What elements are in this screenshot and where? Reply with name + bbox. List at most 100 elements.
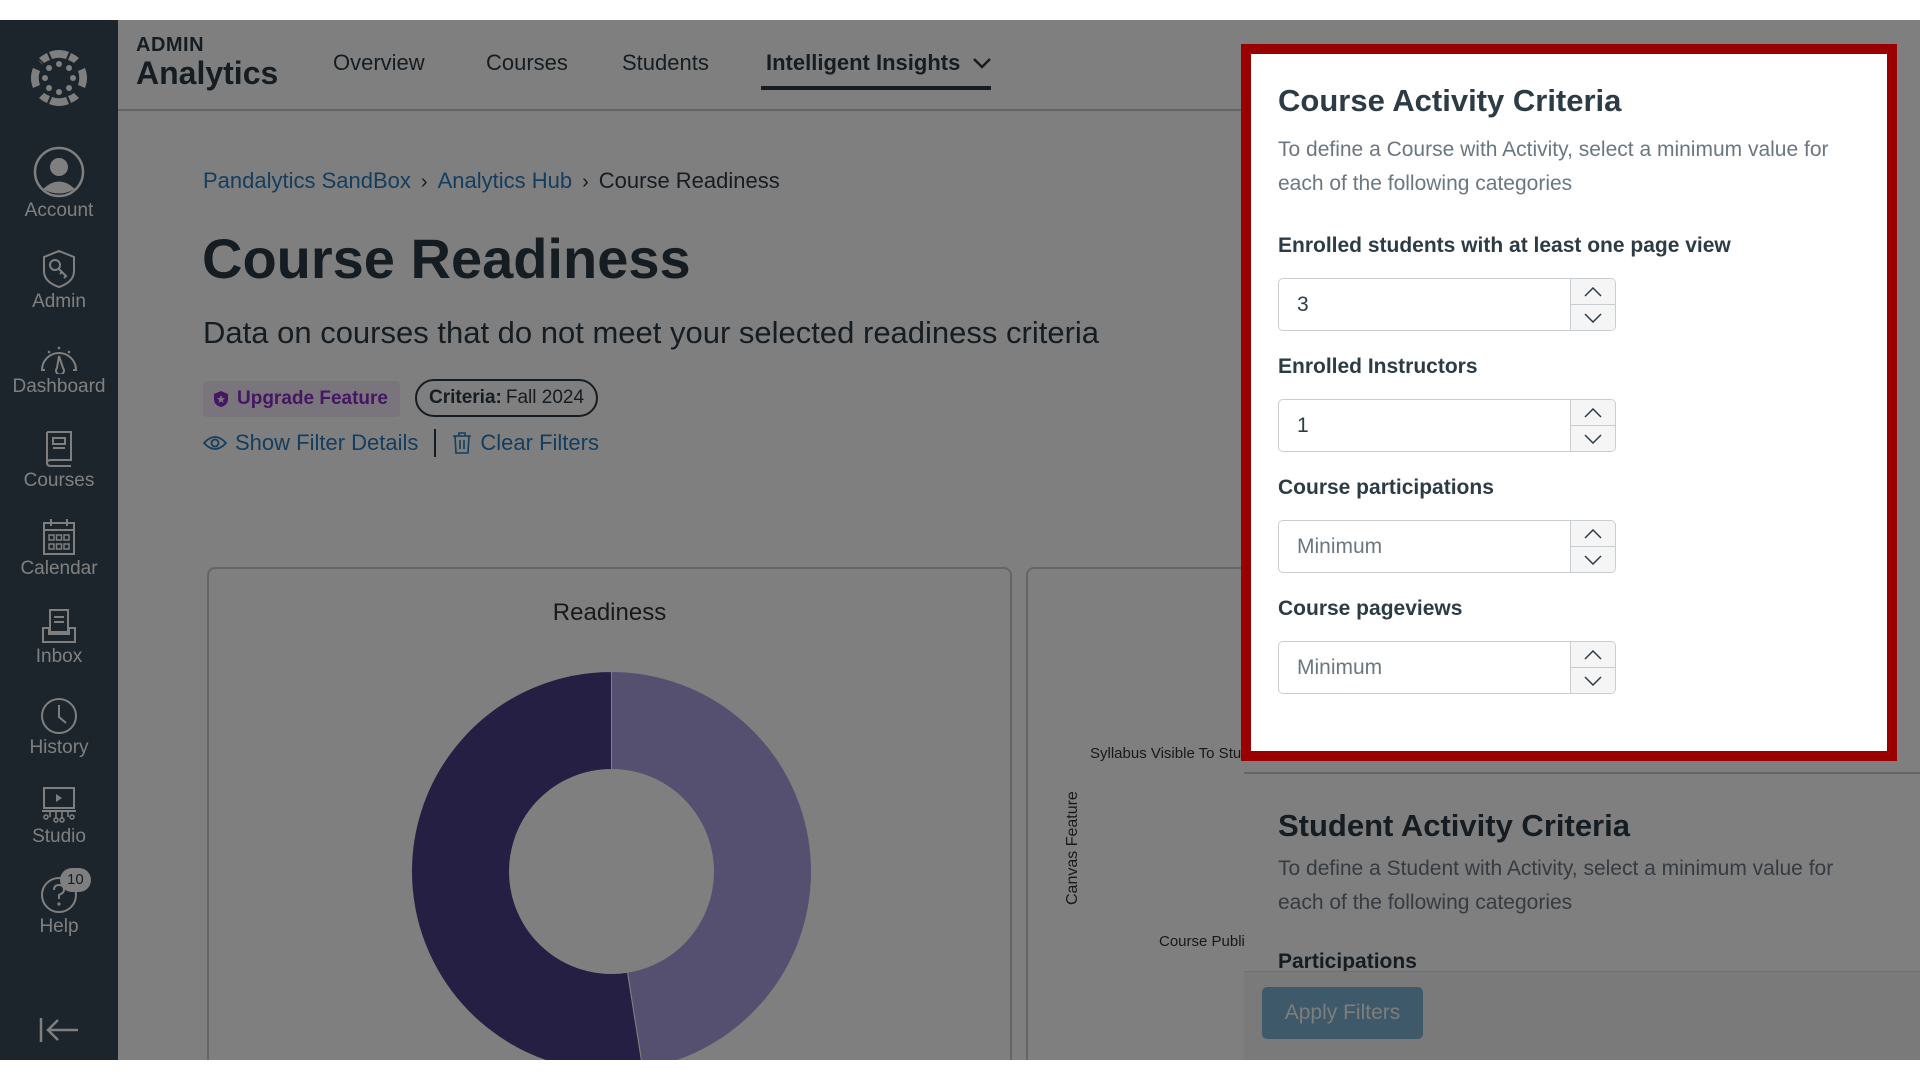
enrolled-instructors-input[interactable] (1279, 400, 1570, 451)
increment-button[interactable] (1571, 521, 1615, 546)
shield-star-icon (214, 391, 228, 407)
active-tab-indicator (761, 86, 991, 90)
global-nav-sidebar: Account Admin Dashboard Courses Calendar… (0, 20, 118, 1060)
y-axis-title: Canvas Feature (1064, 791, 1081, 905)
donut-slice-1[interactable] (611, 670, 812, 1061)
breadcrumb: Pandalytics SandBox › Analytics Hub › Course… (203, 168, 780, 194)
criteria-label: Criteria: (429, 387, 502, 408)
sidebar-item-admin[interactable]: Admin (0, 249, 118, 313)
sidebar-item-label: Help (39, 916, 79, 937)
sidebar-item-label: Calendar (20, 558, 98, 579)
field-label-course-pageviews: Course pageviews (1278, 597, 1463, 620)
chart-title: Readiness (552, 599, 667, 626)
account-avatar-icon (33, 146, 85, 198)
sidebar-item-help[interactable]: 10 Help (0, 868, 118, 938)
sidebar-item-history[interactable]: History (0, 697, 118, 759)
show-filter-details-button[interactable]: Show Filter Details (203, 430, 418, 456)
chevron-up-icon (1584, 286, 1602, 297)
chevron-down-icon (1584, 675, 1602, 686)
sidebar-item-label: History (29, 737, 89, 758)
chevron-right-icon: › (420, 171, 428, 193)
chevron-right-icon: › (582, 171, 589, 193)
breadcrumb-link-analytics-hub[interactable]: Analytics Hub (438, 168, 573, 193)
sidebar-item-calendar[interactable]: Calendar (0, 518, 118, 580)
tab-students[interactable]: Students (622, 50, 709, 76)
student-activity-title: Student Activity Criteria (1278, 808, 1630, 843)
field-label-enrolled-students: Enrolled students with at least one page… (1278, 234, 1731, 257)
course-participations-number-input (1278, 520, 1616, 573)
sidebar-item-label: Dashboard (12, 376, 106, 397)
brand-analytics-title: Analytics (136, 55, 279, 91)
course-activity-title: Course Activity Criteria (1278, 83, 1622, 118)
enrolled-instructors-number-input (1278, 399, 1616, 452)
tab-intelligent-insights[interactable]: Intelligent Insights (766, 50, 992, 76)
y-tick-label: Syllabus Visible To Stu (1090, 745, 1242, 762)
dashboard-gauge-icon (40, 346, 78, 374)
sidebar-item-label: Admin (32, 291, 86, 312)
sidebar-item-courses[interactable]: Courses (0, 428, 118, 492)
breadcrumb-link-sandbox[interactable]: Pandalytics SandBox (203, 168, 411, 193)
field-label-course-participations: Course participations (1278, 476, 1494, 499)
number-stepper (1570, 521, 1615, 572)
decrement-button[interactable] (1571, 546, 1615, 572)
criteria-pill[interactable]: Criteria: Fall 2024 (415, 379, 599, 417)
breadcrumb-current: Course Readiness (598, 168, 780, 193)
chevron-down-icon (1584, 554, 1602, 565)
divider (434, 429, 437, 457)
page-title: Course Readiness (202, 227, 691, 290)
history-clock-icon (41, 698, 77, 734)
collapse-arrow-icon[interactable] (38, 1015, 80, 1045)
help-notification-badge: 10 (60, 868, 91, 892)
sidebar-item-dashboard[interactable]: Dashboard (0, 342, 118, 398)
enrolled-students-number-input (1278, 278, 1616, 331)
increment-button[interactable] (1571, 642, 1615, 667)
studio-icon (42, 787, 76, 823)
clear-filters-button[interactable]: Clear Filters (452, 430, 599, 456)
course-pageviews-number-input (1278, 641, 1616, 694)
page-subtitle: Data on courses that do not meet your se… (203, 315, 1100, 350)
donut-slice-2[interactable] (411, 670, 642, 1061)
criteria-value: Fall 2024 (505, 387, 585, 408)
show-filter-details-label: Show Filter Details (235, 430, 419, 455)
sidebar-item-label: Account (24, 200, 94, 221)
number-stepper (1570, 279, 1615, 330)
decrement-button[interactable] (1571, 667, 1615, 693)
course-participations-input[interactable] (1279, 521, 1570, 572)
decrement-button[interactable] (1571, 304, 1615, 330)
number-stepper (1570, 400, 1615, 451)
increment-button[interactable] (1571, 400, 1615, 425)
decrement-button[interactable] (1571, 425, 1615, 451)
calendar-icon (43, 519, 75, 555)
courses-book-icon (45, 431, 72, 467)
student-activity-description: To define a Student with Activity, selec… (1278, 857, 1834, 914)
chevron-up-icon (1584, 528, 1602, 539)
filter-actions: Show Filter Details Clear Filters (203, 429, 599, 457)
admin-shield-key-icon (43, 249, 75, 289)
brand-admin-label: ADMIN (136, 34, 205, 56)
course-activity-description: To define a Course with Activity, select… (1278, 138, 1829, 195)
main-content: Pandalytics SandBox › Analytics Hub › Course… (118, 113, 1426, 1060)
chevron-up-icon (1584, 407, 1602, 418)
y-tick-label: Course Publi (1159, 933, 1245, 950)
enrolled-students-input[interactable] (1279, 279, 1570, 330)
apply-filters-button[interactable]: Apply Filters (1262, 987, 1423, 1039)
sidebar-item-studio[interactable]: Studio (0, 786, 118, 848)
eye-icon (203, 436, 227, 450)
field-label-enrolled-instructors: Enrolled Instructors (1278, 355, 1478, 378)
readiness-chart-card: Readiness (207, 567, 1012, 1060)
tab-overview[interactable]: Overview (333, 50, 425, 76)
canvas-logo-icon[interactable] (29, 48, 89, 108)
chevron-up-icon (1584, 649, 1602, 660)
increment-button[interactable] (1571, 279, 1615, 304)
sidebar-item-label: Courses (23, 470, 95, 491)
sidebar-item-inbox[interactable]: Inbox (0, 608, 118, 668)
tab-label: Intelligent Insights (766, 50, 961, 75)
sidebar-item-label: Studio (32, 826, 86, 847)
tab-courses[interactable]: Courses (486, 50, 568, 76)
clear-filters-label: Clear Filters (480, 430, 599, 455)
upgrade-feature-badge: Upgrade Feature (203, 381, 400, 417)
course-pageviews-input[interactable] (1279, 642, 1570, 693)
trash-icon (453, 432, 472, 454)
app-frame: Account Admin Dashboard Courses Calendar… (0, 20, 1920, 1060)
sidebar-item-account[interactable]: Account (0, 146, 118, 222)
